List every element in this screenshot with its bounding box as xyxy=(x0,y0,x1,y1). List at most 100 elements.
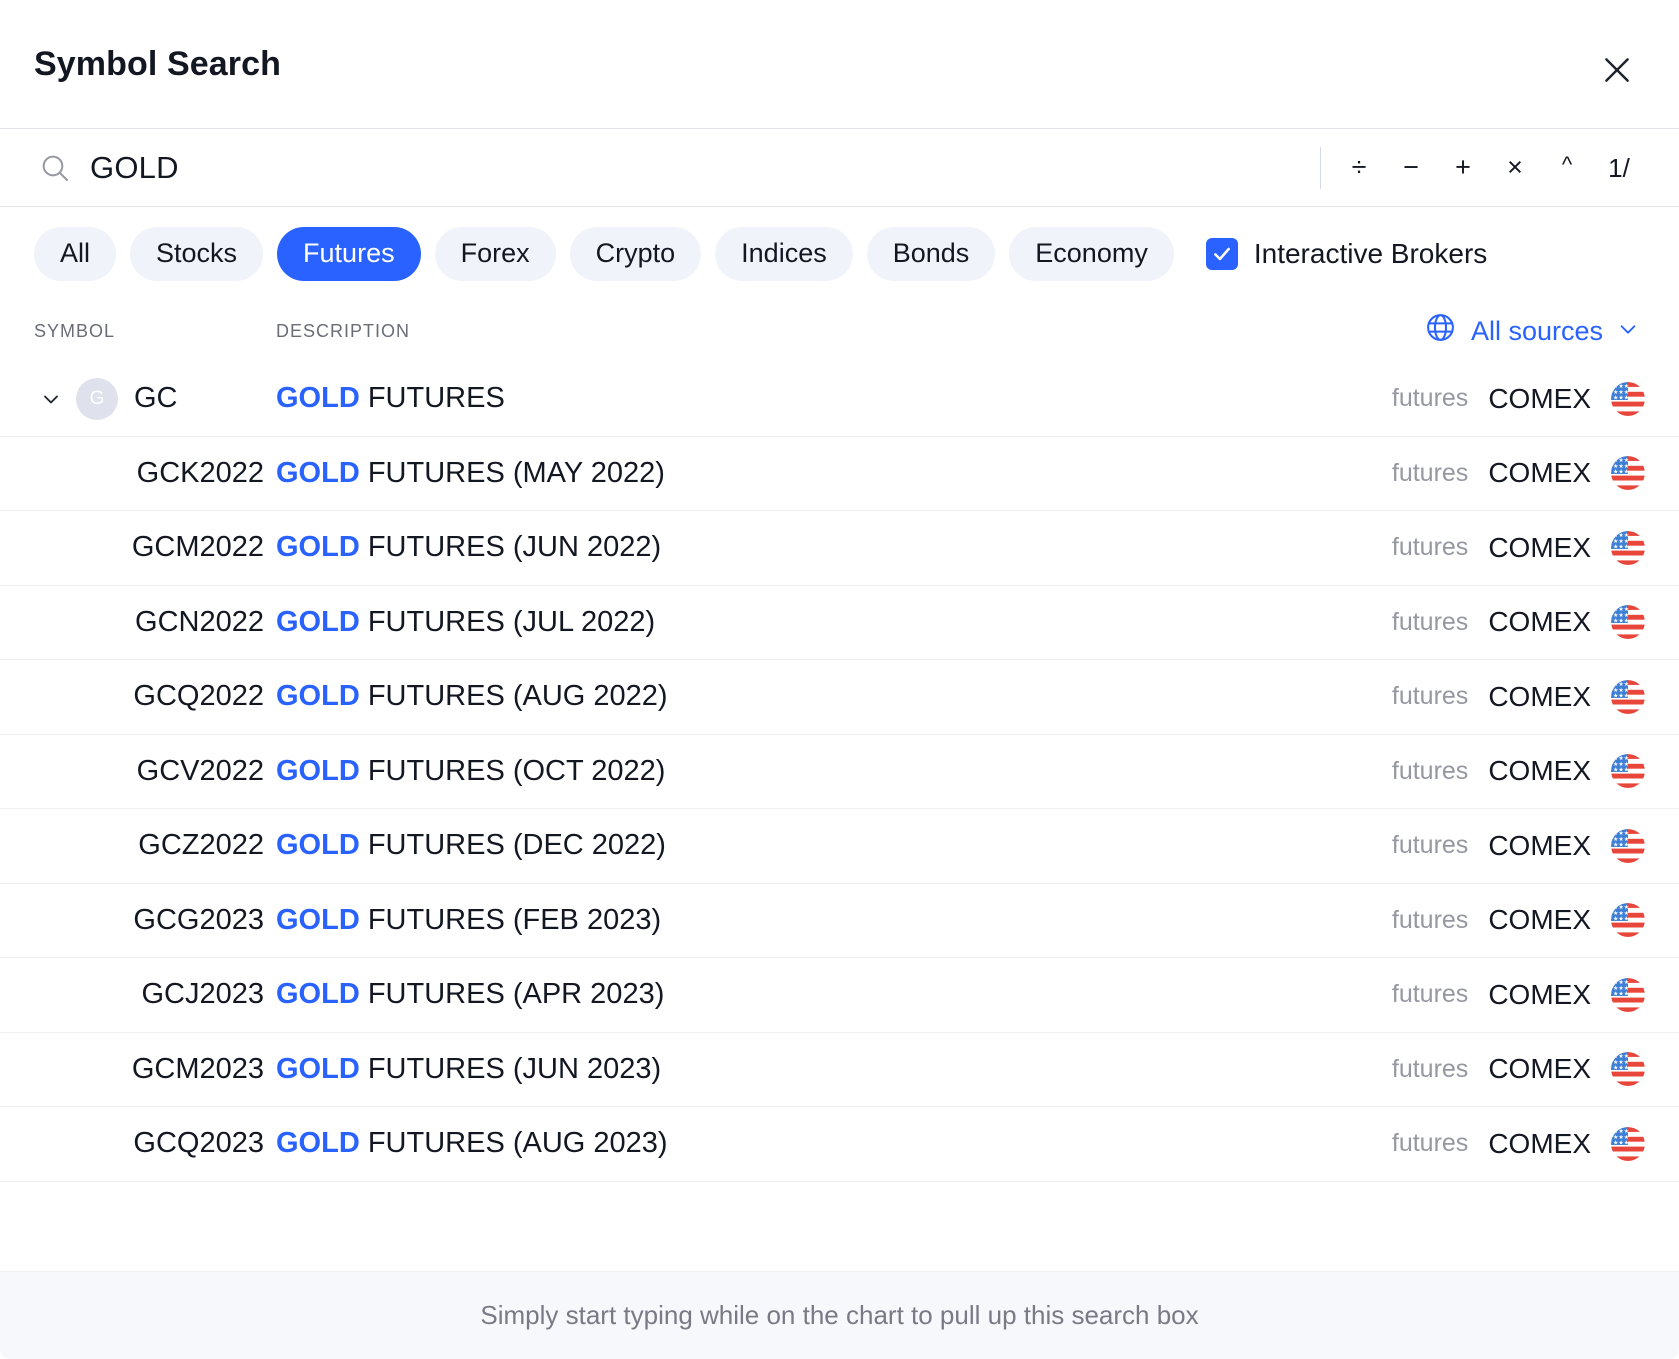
symbol-cell: GCM2023 xyxy=(34,1053,276,1086)
tab-indices[interactable]: Indices xyxy=(715,226,853,281)
table-row[interactable]: GCM2022 GOLD FUTURES (JUN 2022) futures … xyxy=(0,511,1679,586)
page-title: Symbol Search xyxy=(34,44,281,83)
symbol-cell: GCZ2022 xyxy=(34,829,276,862)
us-flag-icon: ★★★ ★★★ ★★★ xyxy=(1611,828,1645,863)
market-type: futures xyxy=(1391,384,1469,413)
symbol-cell: G GC xyxy=(34,377,276,420)
svg-text:★★★: ★★★ xyxy=(1613,1065,1629,1072)
us-flag-icon: ★★★ ★★★ ★★★ xyxy=(1611,903,1645,938)
table-row[interactable]: GCN2022 GOLD FUTURES (JUL 2022) futures … xyxy=(0,586,1679,660)
us-flag-icon: ★★★ ★★★ ★★★ xyxy=(1611,530,1645,565)
search-input[interactable] xyxy=(90,129,1320,206)
table-row[interactable]: GCV2022 GOLD FUTURES (OCT 2022) futures … xyxy=(0,735,1679,809)
exchange-label: COMEX xyxy=(1488,680,1591,712)
description-cell: GOLD FUTURES (JUN 2023) xyxy=(276,1053,1392,1086)
description-cell: GOLD FUTURES (APR 2023) xyxy=(276,978,1392,1011)
description-cell: GOLD FUTURES (JUL 2022) xyxy=(276,606,1392,639)
tab-forex[interactable]: Forex xyxy=(434,226,556,281)
market-type: futures xyxy=(1391,831,1469,860)
us-flag-icon: ★★★ ★★★ ★★★ xyxy=(1611,1126,1645,1161)
tab-bonds[interactable]: Bonds xyxy=(866,226,996,281)
symbol-cell: GCQ2023 xyxy=(34,1127,276,1160)
description-cell: GOLD FUTURES (JUN 2022) xyxy=(276,531,1392,564)
multiply-button[interactable]: × xyxy=(1489,145,1541,191)
market-type: futures xyxy=(1391,1054,1469,1083)
plus-button[interactable]: + xyxy=(1437,145,1489,191)
symbol-cell: GCG2023 xyxy=(34,904,276,937)
table-row[interactable]: GCJ2023 GOLD FUTURES (APR 2023) futures … xyxy=(0,958,1679,1033)
interactive-brokers-checkbox[interactable] xyxy=(1205,237,1238,270)
tab-economy[interactable]: Economy xyxy=(1009,226,1174,281)
interactive-brokers-label: Interactive Brokers xyxy=(1253,237,1488,269)
table-row[interactable]: GCZ2022 GOLD FUTURES (DEC 2022) futures … xyxy=(0,809,1679,884)
description-rest: FUTURES (AUG 2022) xyxy=(359,680,668,713)
chevron-down-icon xyxy=(1617,316,1639,347)
description-rest: FUTURES (FEB 2023) xyxy=(359,903,662,936)
operator-buttons: ÷ − + × ^ 1/ xyxy=(1320,145,1645,191)
dialog-header: Symbol Search xyxy=(0,0,1679,128)
meta-cell: futures COMEX ★★★ ★★★ ★★★ xyxy=(1391,754,1645,789)
meta-cell: futures COMEX ★★★ ★★★ ★★★ xyxy=(1391,456,1645,491)
description-rest: FUTURES (JUL 2022) xyxy=(359,605,656,638)
symbol-label: GCQ2022 xyxy=(133,680,264,713)
table-row[interactable]: GCQ2023 GOLD FUTURES (AUG 2023) futures … xyxy=(0,1107,1679,1182)
symbol-label: GC xyxy=(134,382,178,415)
inverse-button[interactable]: 1/ xyxy=(1593,145,1645,191)
description-rest: FUTURES (OCT 2022) xyxy=(359,754,666,787)
symbol-label: GCM2022 xyxy=(131,531,264,564)
svg-text:★★★: ★★★ xyxy=(1613,692,1629,699)
symbol-cell: GCM2022 xyxy=(34,531,276,564)
market-type: futures xyxy=(1391,458,1469,487)
exchange-label: COMEX xyxy=(1488,978,1591,1010)
column-header-description: DESCRIPTION xyxy=(276,320,411,341)
tab-crypto[interactable]: Crypto xyxy=(569,226,702,281)
symbol-cell: GCJ2023 xyxy=(34,978,276,1011)
avatar: G xyxy=(76,377,118,420)
symbol-cell: GCV2022 xyxy=(34,755,276,788)
market-type: futures xyxy=(1391,533,1469,562)
us-flag-icon: ★★★ ★★★ ★★★ xyxy=(1611,1052,1645,1087)
search-icon xyxy=(38,151,72,185)
column-headers: SYMBOL DESCRIPTION All sources xyxy=(0,300,1679,362)
us-flag-icon: ★★★ ★★★ ★★★ xyxy=(1611,977,1645,1012)
power-button[interactable]: ^ xyxy=(1541,145,1593,191)
table-row[interactable]: GCQ2022 GOLD FUTURES (AUG 2022) futures … xyxy=(0,660,1679,735)
meta-cell: futures COMEX ★★★ ★★★ ★★★ xyxy=(1392,977,1645,1012)
table-row[interactable]: G GC GOLD FUTURES futures COMEX ★★★ ★★★ … xyxy=(0,362,1679,437)
divide-button[interactable]: ÷ xyxy=(1333,145,1385,191)
all-sources-dropdown[interactable]: All sources xyxy=(1424,311,1645,351)
operator-divider xyxy=(1320,146,1321,189)
table-row[interactable]: GCK2022 GOLD FUTURES (MAY 2022) futures … xyxy=(0,437,1679,511)
meta-cell: futures COMEX ★★★ ★★★ ★★★ xyxy=(1392,903,1645,938)
table-row[interactable]: GCG2023 GOLD FUTURES (FEB 2023) futures … xyxy=(0,884,1679,958)
symbol-label: GCQ2023 xyxy=(133,1127,264,1160)
tab-futures[interactable]: Futures xyxy=(277,226,421,281)
meta-cell: futures COMEX ★★★ ★★★ ★★★ xyxy=(1392,679,1645,714)
exchange-label: COMEX xyxy=(1488,1053,1591,1085)
chevron-down-icon[interactable] xyxy=(34,382,68,416)
exchange-label: COMEX xyxy=(1488,606,1591,638)
description-highlight: GOLD xyxy=(276,829,360,862)
meta-cell: futures COMEX ★★★ ★★★ ★★★ xyxy=(1392,605,1645,640)
svg-text:★★★: ★★★ xyxy=(1613,394,1629,401)
symbol-label: GCV2022 xyxy=(136,754,264,787)
table-row[interactable]: GCM2023 GOLD FUTURES (JUN 2023) futures … xyxy=(0,1033,1679,1107)
symbol-label: GCG2023 xyxy=(133,903,264,936)
search-bar: ÷ − + × ^ 1/ xyxy=(0,128,1679,207)
exchange-label: COMEX xyxy=(1488,829,1591,861)
close-icon[interactable] xyxy=(1591,44,1643,96)
symbol-label: GCK2022 xyxy=(136,456,264,489)
svg-text:★★★: ★★★ xyxy=(1613,990,1629,997)
description-highlight: GOLD xyxy=(276,605,360,638)
description-rest: FUTURES (MAY 2022) xyxy=(359,456,665,489)
svg-text:★★★: ★★★ xyxy=(1613,543,1629,550)
svg-text:★★★: ★★★ xyxy=(1613,767,1629,774)
market-type: futures xyxy=(1391,756,1469,785)
tab-all[interactable]: All xyxy=(34,226,117,281)
footer-hint: Simply start typing while on the chart t… xyxy=(480,1300,1199,1330)
minus-button[interactable]: − xyxy=(1385,145,1437,191)
tab-stocks[interactable]: Stocks xyxy=(130,226,264,281)
meta-cell: futures COMEX ★★★ ★★★ ★★★ xyxy=(1391,828,1645,863)
interactive-brokers-toggle[interactable]: Interactive Brokers xyxy=(1205,237,1488,270)
description-highlight: GOLD xyxy=(276,1052,360,1085)
